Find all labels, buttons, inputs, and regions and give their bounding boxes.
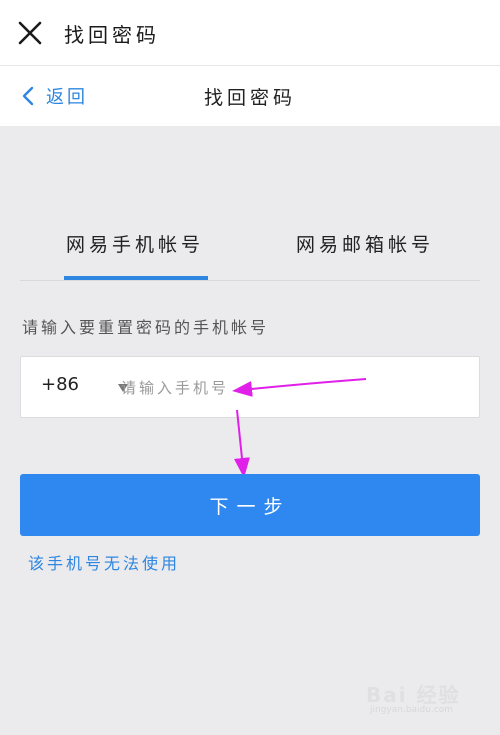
close-icon	[18, 21, 42, 45]
nav-bar: 返回 找回密码	[0, 66, 500, 126]
tab-phone-account[interactable]: 网易手机帐号	[20, 212, 250, 278]
tab-email-account[interactable]: 网易邮箱帐号	[250, 212, 480, 278]
watermark-sub: jingyan.baidu.com	[370, 705, 454, 715]
top-bar: 找回密码	[0, 0, 500, 66]
account-type-tabs: 网易手机帐号 网易邮箱帐号	[20, 212, 480, 281]
phone-unavailable-link[interactable]: 该手机号无法使用	[28, 550, 180, 574]
phone-input[interactable]	[119, 369, 463, 407]
phone-field-box: +86	[20, 356, 480, 418]
next-step-button[interactable]: 下一步	[20, 474, 480, 536]
active-tab-indicator	[64, 276, 208, 280]
page-title: 找回密码	[203, 87, 296, 109]
close-button[interactable]	[14, 17, 46, 49]
country-code-select[interactable]: +86	[41, 374, 79, 395]
window-title: 找回密码	[64, 23, 160, 47]
form-hint: 请输入要重置密码的手机帐号	[22, 318, 270, 337]
baidu-watermark: Bai 经验 jingyan.baidu.com	[366, 677, 486, 721]
watermark-text: Bai 经验	[366, 683, 461, 707]
